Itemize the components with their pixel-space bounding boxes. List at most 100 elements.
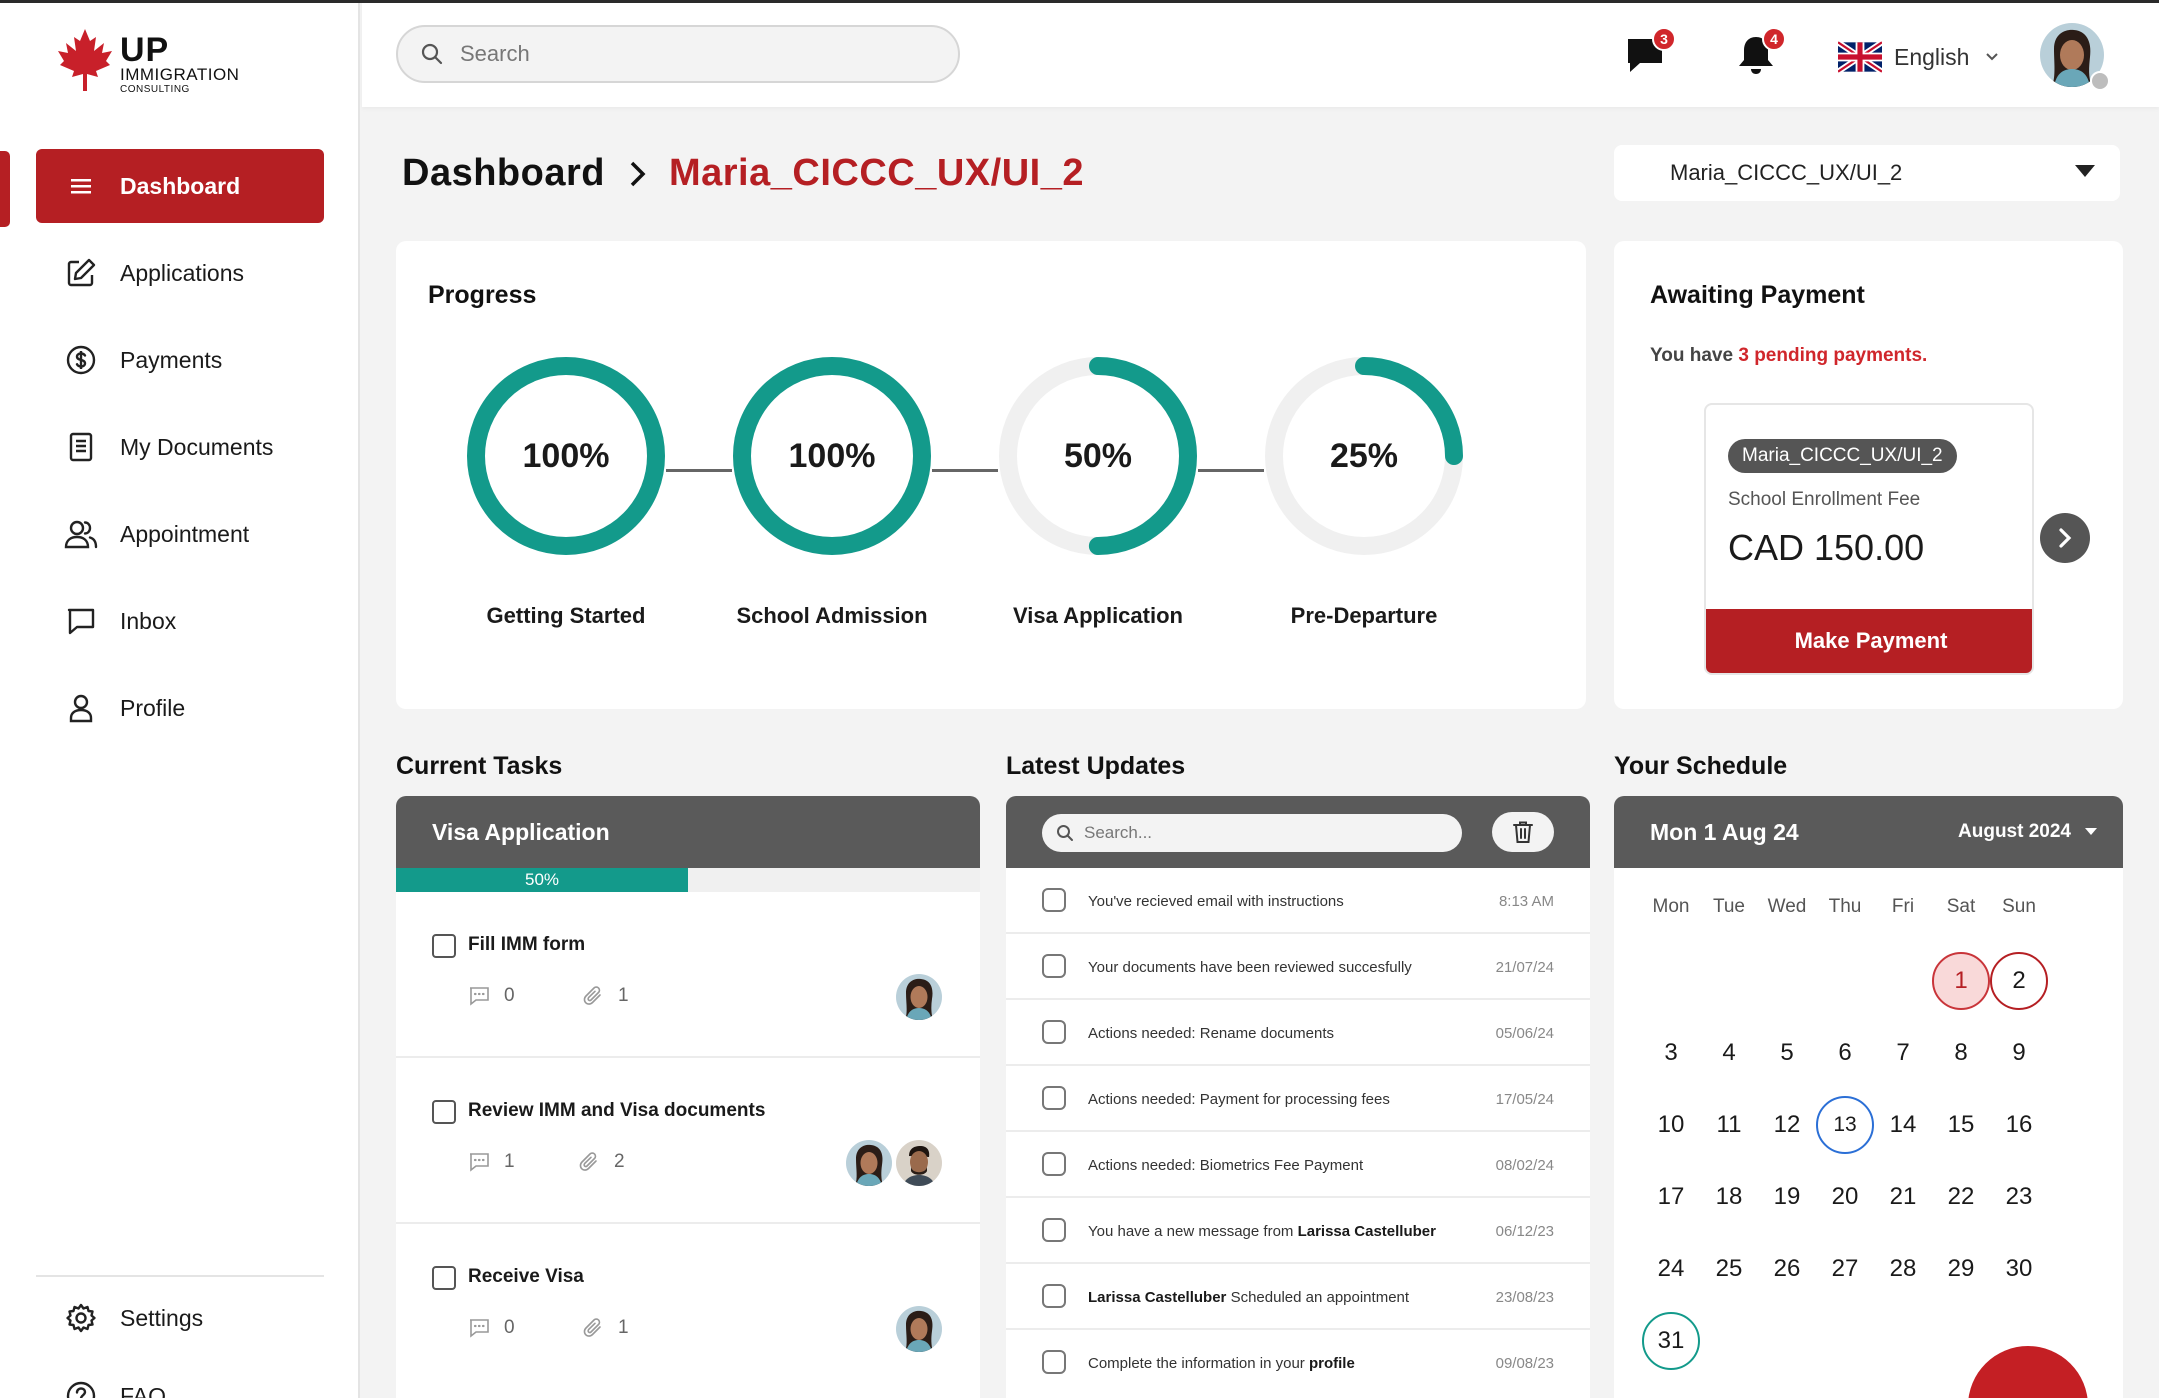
calendar-day[interactable]: 15 bbox=[1932, 1096, 1990, 1154]
progress-step-getting-started[interactable]: 100% Getting Started bbox=[466, 356, 666, 628]
sidebar-item-payments[interactable]: Payments bbox=[36, 323, 324, 397]
task-comments[interactable]: 0 bbox=[468, 985, 515, 1007]
calendar-day[interactable]: 8 bbox=[1932, 1024, 1990, 1082]
calendar-day[interactable]: 13 bbox=[1816, 1096, 1874, 1154]
calendar-day[interactable]: 12 bbox=[1758, 1096, 1816, 1154]
calendar-day[interactable]: 22 bbox=[1932, 1168, 1990, 1226]
calendar-day[interactable]: 3 bbox=[1642, 1024, 1700, 1082]
calendar-day[interactable]: 29 bbox=[1932, 1240, 1990, 1298]
pending-count[interactable]: 3 pending payments. bbox=[1738, 345, 1927, 366]
calendar-day[interactable]: 11 bbox=[1700, 1096, 1758, 1154]
update-message: Larissa Castelluber Scheduled an appoint… bbox=[1088, 1264, 1468, 1330]
weekday-label: Mon bbox=[1652, 896, 1690, 917]
weekday-label: Wed bbox=[1767, 896, 1807, 917]
calendar-day[interactable]: 30 bbox=[1990, 1240, 2048, 1298]
calendar-day[interactable]: 10 bbox=[1642, 1096, 1700, 1154]
sidebar-item-dashboard[interactable]: Dashboard bbox=[36, 149, 324, 223]
calendar-day[interactable]: 9 bbox=[1990, 1024, 2048, 1082]
task-comments[interactable]: 0 bbox=[468, 1317, 515, 1339]
calendar-day[interactable]: 5 bbox=[1758, 1024, 1816, 1082]
delete-updates-button[interactable] bbox=[1492, 812, 1554, 852]
task-checkbox[interactable] bbox=[432, 1100, 456, 1124]
fee-name: School Enrollment Fee bbox=[1728, 489, 1921, 510]
task-checkbox[interactable] bbox=[432, 1266, 456, 1290]
update-checkbox[interactable] bbox=[1042, 954, 1066, 978]
calendar-day[interactable]: 7 bbox=[1874, 1024, 1932, 1082]
next-payment-button[interactable] bbox=[2040, 513, 2090, 563]
task-comments[interactable]: 1 bbox=[468, 1151, 515, 1173]
update-date: 06/12/23 bbox=[1495, 1222, 1554, 1240]
calendar-day[interactable]: 26 bbox=[1758, 1240, 1816, 1298]
calendar-day[interactable]: 6 bbox=[1816, 1024, 1874, 1082]
progress-step-visa-application[interactable]: 50% Visa Application bbox=[998, 356, 1198, 628]
calendar-day[interactable]: 4 bbox=[1700, 1024, 1758, 1082]
month-selector[interactable]: August 2024 bbox=[1958, 796, 2097, 868]
calendar-day[interactable]: 17 bbox=[1642, 1168, 1700, 1226]
updates-search[interactable] bbox=[1042, 814, 1462, 852]
calendar-day[interactable]: 27 bbox=[1816, 1240, 1874, 1298]
assignee-avatar[interactable] bbox=[896, 974, 942, 1020]
updates-search-input[interactable] bbox=[1084, 823, 1444, 843]
your-schedule-card: Mon 1 Aug 24 August 2024 Mon Tue Wed Thu Fri… bbox=[1614, 796, 2123, 1398]
update-checkbox[interactable] bbox=[1042, 1152, 1066, 1176]
calendar-day[interactable]: 20 bbox=[1816, 1168, 1874, 1226]
update-checkbox[interactable] bbox=[1042, 1284, 1066, 1308]
update-row[interactable]: Actions needed: Biometrics Fee Payment 08… bbox=[1006, 1132, 1590, 1198]
calendar-day[interactable]: 21 bbox=[1874, 1168, 1932, 1226]
language-selector[interactable]: English bbox=[1838, 37, 1999, 77]
project-select[interactable]: Maria_CICCC_UX/UI_2 bbox=[1614, 145, 2120, 201]
calendar-day[interactable]: 28 bbox=[1874, 1240, 1932, 1298]
calendar-day[interactable]: 14 bbox=[1874, 1096, 1932, 1154]
sidebar-item-settings[interactable]: Settings bbox=[36, 1281, 324, 1355]
update-row[interactable]: Complete the information in your profile… bbox=[1006, 1330, 1590, 1396]
progress-step-school-admission[interactable]: 100% School Admission bbox=[732, 356, 932, 628]
update-text: Actions needed: Payment for processing f… bbox=[1088, 1090, 1390, 1108]
task-checkbox[interactable] bbox=[432, 934, 456, 958]
calendar-day[interactable]: 2 bbox=[1990, 952, 2048, 1010]
update-row[interactable]: Actions needed: Rename documents 05/06/24 bbox=[1006, 1000, 1590, 1066]
pending-lead: You have bbox=[1650, 345, 1734, 366]
update-row[interactable]: Actions needed: Payment for processing f… bbox=[1006, 1066, 1590, 1132]
calendar-day[interactable]: 31 bbox=[1642, 1312, 1700, 1370]
update-checkbox[interactable] bbox=[1042, 888, 1066, 912]
sidebar-item-inbox[interactable]: Inbox bbox=[36, 584, 324, 658]
brand-logo[interactable]: UP IMMIGRATION CONSULTING bbox=[56, 27, 266, 97]
sidebar-item-applications[interactable]: Applications bbox=[36, 236, 324, 310]
search-input[interactable] bbox=[460, 41, 920, 67]
update-checkbox[interactable] bbox=[1042, 1086, 1066, 1110]
task-attachments[interactable]: 1 bbox=[582, 985, 629, 1007]
update-row[interactable]: Your documents have been reviewed succes… bbox=[1006, 934, 1590, 1000]
update-row[interactable]: You have a new message from Larissa Cast… bbox=[1006, 1198, 1590, 1264]
messages-button[interactable]: 3 bbox=[1624, 27, 1676, 83]
update-row[interactable]: Larissa Castelluber Scheduled an appoint… bbox=[1006, 1264, 1590, 1330]
breadcrumb: Dashboard Maria_CICCC_UX/UI_2 bbox=[402, 152, 1084, 195]
update-row[interactable]: You've recieved email with instructions 8… bbox=[1006, 868, 1590, 934]
update-checkbox[interactable] bbox=[1042, 1218, 1066, 1242]
calendar-day[interactable]: 24 bbox=[1642, 1240, 1700, 1298]
calendar-day[interactable]: 19 bbox=[1758, 1168, 1816, 1226]
users-icon bbox=[64, 517, 98, 551]
task-attachments[interactable]: 1 bbox=[582, 1317, 629, 1339]
sidebar-item-faq[interactable]: FAQ bbox=[36, 1359, 324, 1398]
sidebar-item-my-documents[interactable]: My Documents bbox=[36, 410, 324, 484]
make-payment-button[interactable]: Make Payment bbox=[1706, 609, 2032, 673]
calendar-day[interactable]: 23 bbox=[1990, 1168, 2048, 1226]
assignee-avatar[interactable] bbox=[896, 1306, 942, 1352]
sidebar-item-label: My Documents bbox=[120, 433, 274, 460]
progress-step-pre-departure[interactable]: 25% Pre-Departure bbox=[1264, 356, 1464, 628]
attachment-count: 2 bbox=[614, 1151, 625, 1172]
notifications-button[interactable]: 4 bbox=[1734, 27, 1786, 83]
sidebar-item-appointment[interactable]: Appointment bbox=[36, 497, 324, 571]
task-attachments[interactable]: 2 bbox=[578, 1151, 625, 1173]
calendar-day[interactable]: 18 bbox=[1700, 1168, 1758, 1226]
calendar-day[interactable]: 25 bbox=[1700, 1240, 1758, 1298]
calendar-day[interactable]: 16 bbox=[1990, 1096, 2048, 1154]
calendar-day[interactable]: 1 bbox=[1932, 952, 1990, 1010]
sidebar-item-profile[interactable]: Profile bbox=[36, 671, 324, 745]
update-checkbox[interactable] bbox=[1042, 1020, 1066, 1044]
breadcrumb-root[interactable]: Dashboard bbox=[402, 152, 605, 195]
assignee-avatar[interactable] bbox=[846, 1140, 892, 1186]
assignee-avatar[interactable] bbox=[896, 1140, 942, 1186]
update-checkbox[interactable] bbox=[1042, 1350, 1066, 1374]
search-bar[interactable] bbox=[396, 25, 960, 83]
